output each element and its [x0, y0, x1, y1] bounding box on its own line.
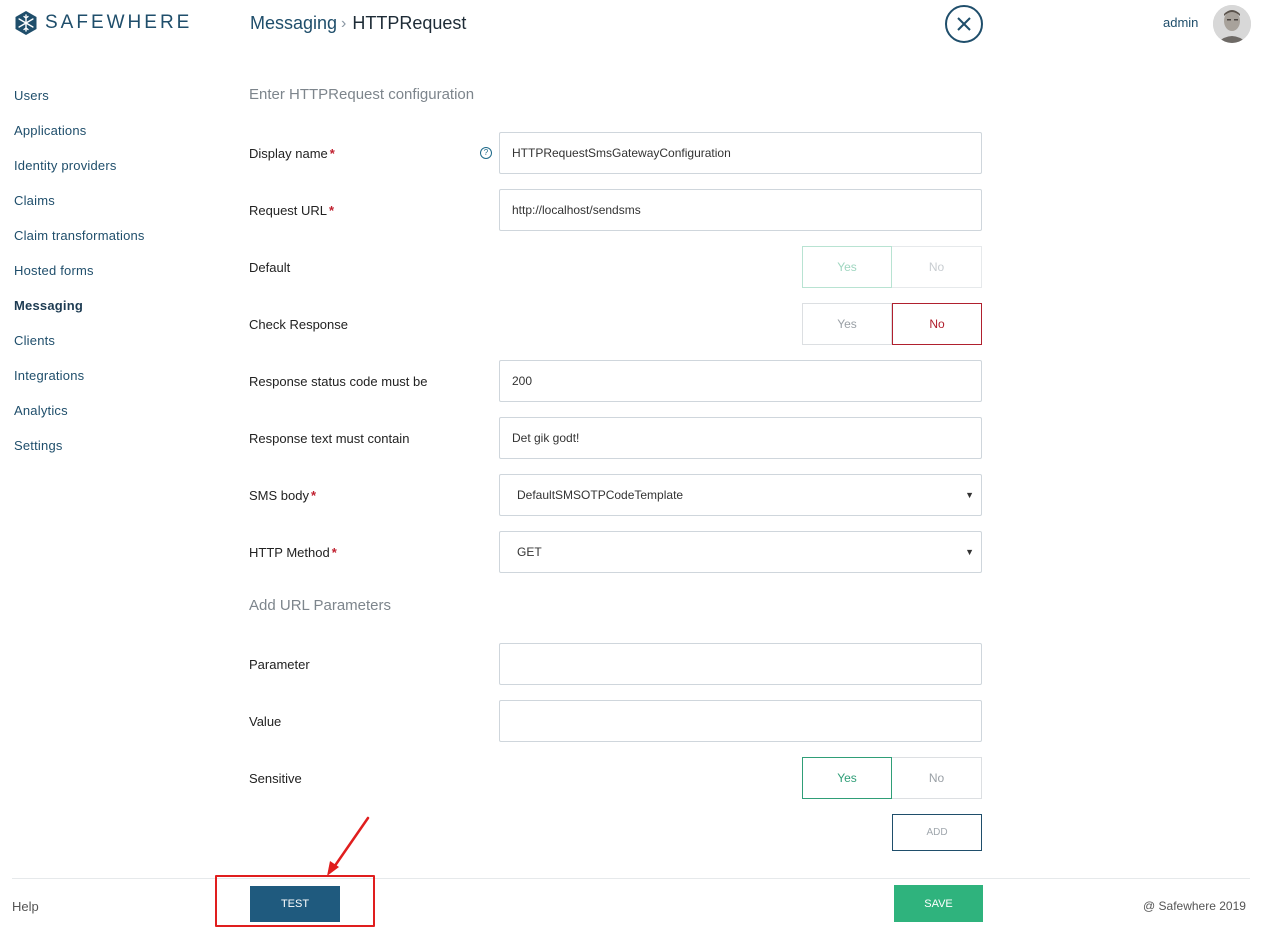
request-url-label-text: Request URL [249, 203, 328, 218]
response-text-label: Response text must contain [249, 431, 410, 446]
sidebar-item-claim-transformations[interactable]: Claim transformations [14, 229, 145, 264]
brand-name: SAFEWHERE [45, 12, 193, 33]
default-no-option: No [892, 246, 982, 288]
parameter-label: Parameter [249, 657, 310, 672]
sidebar-item-applications[interactable]: Applications [14, 124, 145, 159]
default-label: Default [249, 260, 291, 275]
check-response-label: Check Response [249, 317, 348, 332]
caret-down-icon: ▼ [965, 490, 974, 500]
request-url-label: Request URL * [249, 203, 334, 218]
user-name[interactable]: admin [1163, 15, 1198, 30]
copyright-text: @ Safewhere 2019 [1143, 899, 1246, 913]
http-method-label-text: HTTP Method [249, 545, 330, 560]
default-yes-option: Yes [802, 246, 892, 288]
default-toggle: Yes No [802, 246, 982, 288]
http-method-label: HTTP Method * [249, 545, 337, 560]
sidebar-item-claims[interactable]: Claims [14, 194, 145, 229]
sensitive-label: Sensitive [249, 771, 302, 786]
display-name-input[interactable] [499, 132, 982, 174]
sensitive-yes-option[interactable]: Yes [802, 757, 892, 799]
sidebar-item-settings[interactable]: Settings [14, 439, 145, 474]
section-title: Enter HTTPRequest configuration [249, 86, 475, 103]
breadcrumb-separator: › [341, 14, 347, 32]
sidebar-item-analytics[interactable]: Analytics [14, 404, 145, 439]
sms-body-selected-value: DefaultSMSOTPCodeTemplate [517, 488, 684, 502]
check-response-yes-option[interactable]: Yes [802, 303, 892, 345]
required-marker: * [310, 488, 317, 503]
parameter-input[interactable] [499, 643, 982, 685]
close-icon [957, 17, 971, 31]
value-label: Value [249, 714, 282, 729]
http-method-select[interactable]: GET ▼ [499, 531, 982, 573]
add-parameter-button[interactable]: ADD [892, 814, 982, 851]
save-button[interactable]: SAVE [894, 885, 983, 922]
url-params-title: Add URL Parameters [249, 597, 392, 614]
avatar[interactable] [1213, 5, 1251, 43]
check-response-no-option[interactable]: No [892, 303, 982, 345]
annotation-highlight-box [215, 875, 375, 927]
breadcrumb-current: HTTPRequest [352, 13, 467, 33]
value-input[interactable] [499, 700, 982, 742]
display-name-label: Display name * [249, 146, 335, 161]
sidebar-item-messaging[interactable]: Messaging [14, 299, 145, 334]
sms-body-select[interactable]: DefaultSMSOTPCodeTemplate ▼ [499, 474, 982, 516]
footer-divider [12, 878, 1250, 879]
check-response-toggle: Yes No [802, 303, 982, 345]
sensitive-toggle: Yes No [802, 757, 982, 799]
caret-down-icon: ▼ [965, 547, 974, 557]
sidebar-item-integrations[interactable]: Integrations [14, 369, 145, 404]
close-button[interactable] [945, 5, 983, 43]
http-method-selected-value: GET [517, 545, 542, 559]
request-url-input[interactable] [499, 189, 982, 231]
required-marker: * [329, 203, 335, 218]
snowflake-logo-icon [15, 11, 37, 35]
response-text-input[interactable] [499, 417, 982, 459]
sms-body-label-text: SMS body [249, 488, 309, 503]
help-icon[interactable]: ? [480, 147, 492, 159]
sidebar-nav: Users Applications Identity providers Cl… [14, 89, 145, 474]
user-avatar-icon [1213, 5, 1251, 43]
sidebar-item-clients[interactable]: Clients [14, 334, 145, 369]
brand-logo[interactable]: SAFEWHERE [14, 10, 192, 36]
required-marker: * [331, 545, 337, 560]
display-name-label-text: Display name [249, 146, 328, 161]
annotation-arrow-icon [327, 816, 370, 876]
sidebar-item-identity-providers[interactable]: Identity providers [14, 159, 145, 194]
sidebar-item-hosted-forms[interactable]: Hosted forms [14, 264, 145, 299]
sidebar-item-users[interactable]: Users [14, 89, 145, 124]
sms-body-label: SMS body * [249, 488, 316, 503]
sensitive-no-option[interactable]: No [892, 757, 982, 799]
required-marker: * [329, 146, 335, 161]
breadcrumb: Messaging › HTTPRequest [250, 13, 466, 34]
status-code-label: Response status code must be [249, 374, 428, 389]
status-code-input[interactable] [499, 360, 982, 402]
breadcrumb-parent[interactable]: Messaging [250, 13, 337, 34]
help-link[interactable]: Help [12, 899, 39, 914]
